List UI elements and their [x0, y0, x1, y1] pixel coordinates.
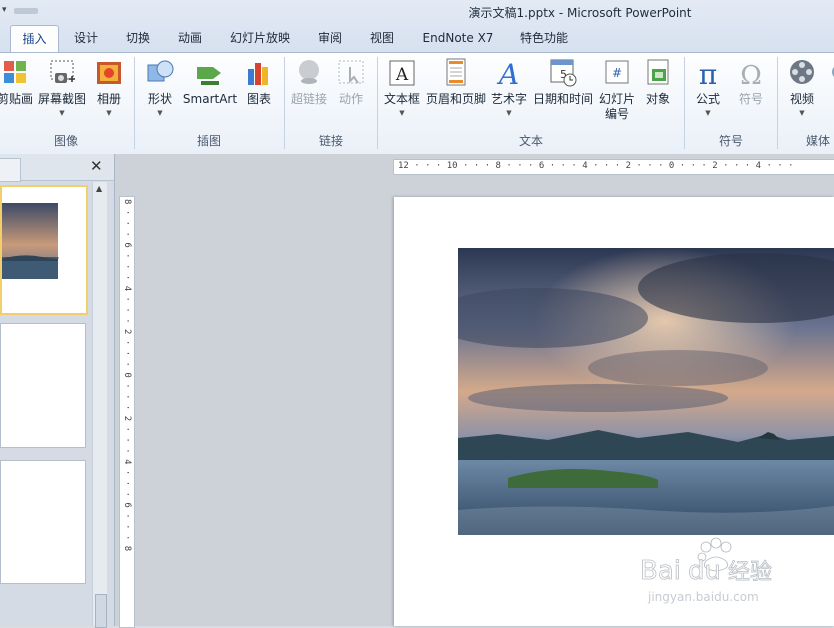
omega-icon: Ω [736, 57, 766, 91]
hyperlink-button[interactable]: 超链接 [288, 55, 330, 129]
action-button[interactable]: 动作 [334, 55, 368, 129]
tab-slideshow[interactable]: 幻灯片放映 [222, 25, 298, 51]
svg-text:jingyan.baidu.com: jingyan.baidu.com [647, 590, 759, 604]
window-title: 演示文稿1.pptx - Microsoft PowerPoint [468, 6, 692, 20]
slides-panel-header: ✕ [0, 154, 114, 182]
smartart-button[interactable]: SmartArt [182, 55, 238, 129]
wordart-button[interactable]: A 艺术字 ▼ [489, 55, 529, 129]
audio-icon [829, 57, 834, 89]
wordart-dropdown-icon[interactable]: ▼ [489, 109, 529, 117]
textbox-icon: A [387, 57, 417, 89]
tab-review[interactable]: 审阅 [308, 25, 352, 51]
wordart-icon: A [494, 57, 524, 91]
shapes-icon [145, 57, 175, 89]
group-label-images: 图像 [53, 134, 78, 148]
group-label-text: 文本 [518, 134, 543, 148]
textbox-dropdown-icon[interactable]: ▼ [382, 109, 422, 117]
clipart-icon [0, 57, 30, 89]
video-dropdown-icon[interactable]: ▼ [784, 109, 820, 117]
date-time-button[interactable]: 5 日期和时间 [531, 55, 595, 129]
svg-text:A: A [496, 58, 519, 89]
group-label-illustrations: 插图 [196, 134, 221, 148]
close-panel-icon[interactable]: ✕ [90, 157, 103, 175]
photo-album-icon [94, 57, 124, 89]
screenshot-icon [47, 57, 77, 89]
header-footer-icon [441, 57, 471, 89]
chart-button[interactable]: 图表 [242, 55, 276, 129]
action-icon [336, 57, 366, 89]
group-separator [134, 57, 135, 149]
equation-dropdown-icon[interactable]: ▼ [690, 109, 726, 117]
equation-button[interactable]: π 公式 ▼ [690, 55, 726, 129]
audio-button-partial[interactable] [826, 55, 834, 129]
scrollbar-thumb[interactable] [95, 594, 107, 628]
shapes-dropdown-icon[interactable]: ▼ [142, 109, 178, 117]
scroll-up-icon[interactable]: ▲ [96, 184, 102, 193]
svg-text:经验: 经验 [728, 560, 772, 585]
tab-special-features[interactable]: 特色功能 [510, 25, 578, 51]
textbox-button[interactable]: A 文本框 ▼ [382, 55, 422, 129]
photo-album-button[interactable]: 相册 ▼ [92, 55, 126, 129]
svg-text:Ω: Ω [740, 61, 762, 89]
clipart-button[interactable]: 剪贴画 [0, 55, 36, 129]
group-separator [684, 57, 685, 149]
group-separator [284, 57, 285, 149]
object-button[interactable]: 对象 [640, 55, 676, 129]
tab-insert[interactable]: 插入 [10, 25, 59, 53]
slide-thumbnail-1[interactable] [0, 185, 88, 315]
tab-transitions[interactable]: 切换 [116, 25, 160, 51]
hyperlink-icon [294, 57, 324, 89]
tab-animations[interactable]: 动画 [168, 25, 212, 51]
video-button[interactable]: 视频 ▼ [784, 55, 820, 129]
group-label-links: 链接 [318, 134, 343, 148]
tab-view[interactable]: 视图 [360, 25, 404, 51]
slide-thumbnail-3[interactable] [0, 460, 86, 584]
svg-text:du: du [688, 556, 721, 586]
slide-thumbnail-image [2, 203, 59, 279]
album-dropdown-icon[interactable]: ▼ [92, 109, 126, 117]
header-footer-button[interactable]: 页眉和页脚 [424, 55, 488, 129]
group-label-symbols: 符号 [718, 134, 743, 148]
film-reel-icon [787, 57, 817, 89]
baidu-jingyan-watermark: Bai du 经验 jingyan.baidu.com [640, 537, 772, 604]
svg-text:A: A [395, 65, 409, 85]
vertical-ruler[interactable]: 8 · · · 6 · · · 4 · · · 2 · · · 0 · · · … [119, 196, 135, 628]
group-label-media: 媒体 [806, 134, 831, 148]
symbol-button[interactable]: Ω 符号 [732, 55, 770, 129]
tab-design[interactable]: 设计 [64, 25, 108, 51]
svg-text:Bai: Bai [640, 556, 681, 586]
pi-icon: π [693, 57, 723, 91]
tab-endnote[interactable]: EndNote X7 [414, 25, 502, 51]
slides-panel: ✕ ▲ [0, 154, 115, 628]
shapes-button[interactable]: 形状 ▼ [142, 55, 178, 129]
screenshot-button[interactable]: 屏幕截图 ▼ [36, 55, 88, 129]
svg-text:π: π [699, 58, 717, 89]
slide-landscape-photo[interactable] [458, 248, 834, 535]
smartart-icon [195, 57, 225, 89]
slide-thumbnail-2[interactable] [0, 323, 86, 448]
title-bar: ▾ 演示文稿1.pptx - Microsoft PowerPoint 插入 设… [0, 0, 834, 53]
slides-tab[interactable] [0, 158, 21, 182]
slide-number-icon: # [602, 57, 632, 89]
group-separator [777, 57, 778, 149]
chart-icon [244, 57, 274, 89]
screenshot-dropdown-icon[interactable]: ▼ [36, 109, 88, 117]
ribbon: 剪贴画 屏幕截图 ▼ 相册 ▼ 图像 形状 ▼ SmartArt 图表 插图 超… [0, 52, 834, 155]
svg-text:#: # [612, 66, 622, 80]
slide-number-button[interactable]: # 幻灯片 编号 [597, 55, 637, 129]
calendar-clock-icon: 5 [548, 57, 578, 89]
slides-panel-scrollbar[interactable]: ▲ [92, 182, 107, 628]
object-icon [643, 57, 673, 89]
horizontal-ruler[interactable]: 12 · · · 10 · · · 8 · · · 6 · · · 4 · · … [393, 159, 834, 175]
